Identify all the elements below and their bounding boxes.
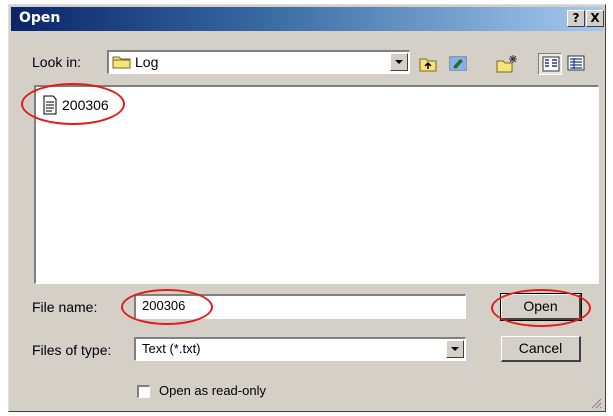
look-in-value: Log [135,54,159,70]
look-in-dropdown-arrow[interactable] [390,53,408,71]
create-new-folder-button[interactable] [495,53,519,75]
resize-grip[interactable] [590,396,602,409]
window-title: Open [19,10,61,26]
text-file-icon [42,95,58,120]
look-in-label: Look in: [32,54,82,70]
close-button[interactable]: X [586,10,604,27]
file-item-label: 200306 [62,97,109,113]
files-of-type-value: Text (*.txt) [142,341,201,356]
up-folder-icon [418,55,438,78]
look-in-combo[interactable]: Log [107,50,410,74]
files-of-type-dropdown-arrow[interactable] [446,340,464,358]
details-view-icon [567,55,585,76]
list-view-icon [542,56,560,77]
title-bar[interactable]: Open ? X [11,7,604,31]
file-name-label: File name: [32,299,98,315]
files-of-type-combo[interactable]: Text (*.txt) [134,337,466,361]
read-only-label: Open as read-only [159,383,266,398]
read-only-checkbox[interactable] [137,385,150,398]
desktop-button[interactable] [446,53,470,75]
details-view-button[interactable] [564,53,588,75]
desktop-icon [448,55,468,78]
folder-icon [112,54,132,75]
file-name-input[interactable]: 200306 [134,294,466,319]
new-folder-icon [496,54,518,79]
list-view-button[interactable] [538,53,562,75]
cancel-button[interactable]: Cancel [501,336,581,362]
file-list[interactable]: 200306 [34,85,599,284]
open-dialog: Open ? X Look in: Log 200306 File name: … [8,4,606,412]
up-one-level-button[interactable] [416,53,440,75]
open-button[interactable]: Open [500,293,582,321]
help-button[interactable]: ? [567,10,585,27]
files-of-type-label: Files of type: [32,342,112,358]
